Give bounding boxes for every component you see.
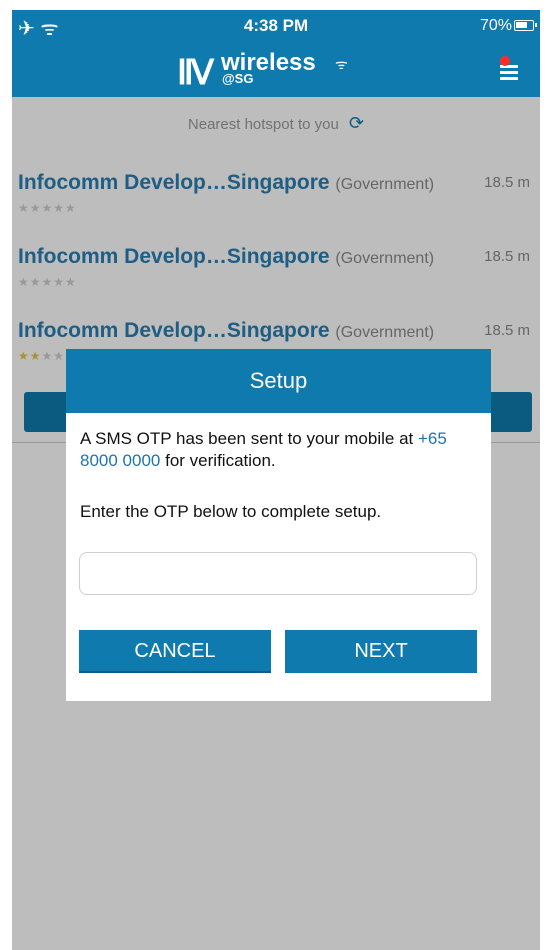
notification-dot-icon — [500, 56, 510, 66]
status-bar: ✈ ᯤ 4:38 PM 70% — [12, 10, 540, 42]
app-screen: ✈ ᯤ 4:38 PM 70% ⅡⅤ wireless @SG ᯤ Neares… — [0, 0, 553, 950]
dialog-title: Setup — [66, 349, 491, 413]
setup-dialog: Setup A SMS OTP has been sent to your mo… — [66, 349, 491, 701]
app-header: ⅡⅤ wireless @SG ᯤ — [12, 42, 540, 97]
wifi-wave-icon: ᯤ — [335, 56, 348, 72]
message-suffix: for verification. — [165, 451, 276, 470]
cancel-button[interactable]: CANCEL — [79, 630, 271, 673]
otp-instruction: Enter the OTP below to complete setup. — [80, 502, 382, 521]
otp-input[interactable] — [79, 552, 477, 595]
battery-percent: 70% — [479, 17, 512, 34]
otp-message: A SMS OTP has been sent to your mobile a… — [80, 428, 480, 472]
battery-icon — [514, 20, 537, 31]
message-prefix: A SMS OTP has been sent to your mobile a… — [80, 429, 414, 448]
logo-mark-icon: ⅡⅤ — [177, 55, 214, 92]
logo-sub: @SG — [222, 71, 254, 86]
status-time: 4:38 PM — [243, 16, 309, 35]
next-button[interactable]: NEXT — [285, 630, 477, 673]
menu-icon[interactable] — [500, 56, 520, 80]
app-logo: ⅡⅤ wireless @SG ᯤ — [177, 49, 377, 92]
